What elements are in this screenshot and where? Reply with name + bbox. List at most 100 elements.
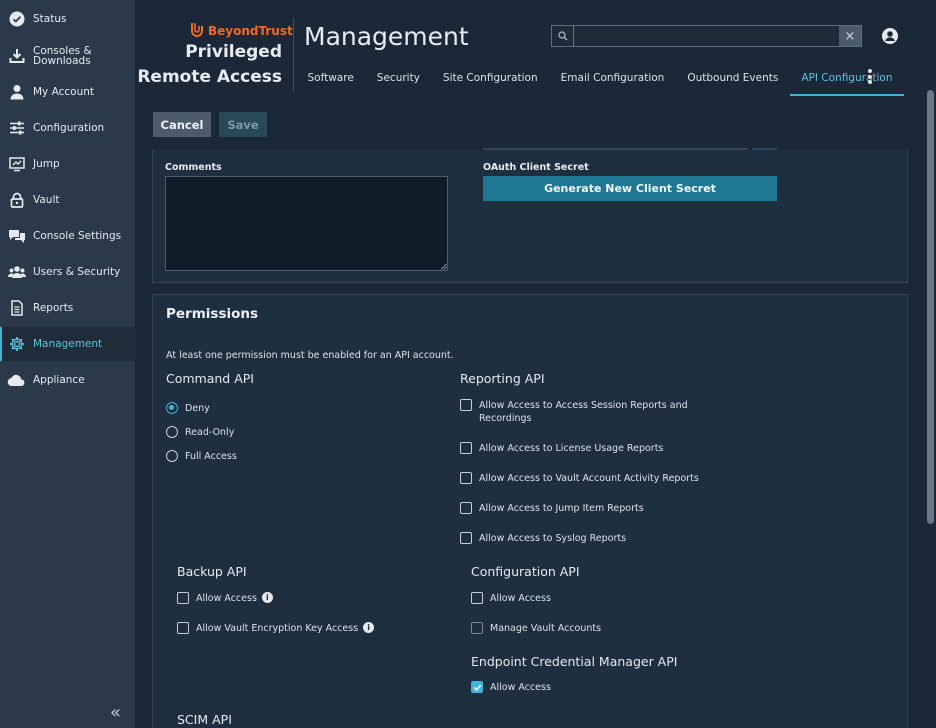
- checkbox-license-usage-reports[interactable]: Allow Access to License Usage Reports: [460, 442, 663, 455]
- checkbox[interactable]: [460, 532, 472, 544]
- page-scrollbar[interactable]: [927, 90, 934, 524]
- sidebar-item-configuration[interactable]: Configuration: [0, 111, 136, 145]
- checkbox-configuration-allow-access[interactable]: Allow Access: [471, 592, 551, 605]
- radio-label: Full Access: [185, 450, 237, 462]
- checkbox-label: Allow Vault Encryption Key Access: [196, 623, 359, 634]
- cancel-button[interactable]: Cancel: [153, 112, 211, 137]
- checkbox[interactable]: [460, 442, 472, 454]
- checkbox-label: Allow Access to Syslog Reports: [479, 533, 627, 544]
- sidebar-item-users-security[interactable]: Users & Security: [0, 255, 136, 289]
- checkbox-vault-activity-reports[interactable]: Allow Access to Vault Account Activity R…: [460, 472, 699, 485]
- resize-handle-icon[interactable]: [440, 263, 447, 270]
- search-box: ×: [551, 25, 862, 47]
- sidebar-item-my-account[interactable]: My Account: [0, 75, 136, 109]
- generate-client-secret-button[interactable]: Generate New Client Secret: [483, 176, 777, 201]
- checkbox-label: Allow Access: [490, 682, 551, 693]
- tab-outbound-events[interactable]: Outbound Events: [676, 64, 790, 96]
- radio-label: Read-Only: [185, 426, 235, 438]
- checkbox[interactable]: [177, 622, 189, 634]
- management-tabs: Software Security Site Configuration Ema…: [296, 64, 904, 96]
- sidebar-item-console-settings[interactable]: Console Settings: [0, 219, 136, 253]
- checkbox[interactable]: [460, 502, 472, 514]
- permissions-title: Permissions: [166, 306, 259, 322]
- checkbox-access-session-reports[interactable]: Allow Access to Access Session Reports a…: [460, 399, 688, 425]
- radio-command-deny[interactable]: Deny: [166, 402, 210, 414]
- checkbox-backup-allow-access[interactable]: Allow Access i: [177, 592, 273, 605]
- radio-command-read-only[interactable]: Read-Only: [166, 426, 234, 438]
- tab-software[interactable]: Software: [296, 64, 365, 96]
- checkbox[interactable]: [471, 622, 483, 634]
- person-icon: [7, 82, 27, 102]
- brand-logo: BeyondTrust: [190, 22, 293, 40]
- cloud-icon: [7, 370, 27, 390]
- radio-button[interactable]: [166, 426, 178, 438]
- download-icon: [7, 46, 27, 66]
- checkbox-manage-vault-accounts[interactable]: Manage Vault Accounts: [471, 622, 601, 635]
- check-circle-icon: [7, 9, 27, 29]
- chat-bubbles-icon: [7, 226, 27, 246]
- tab-email-configuration[interactable]: Email Configuration: [549, 64, 676, 96]
- sidebar: Status Consoles & Downloads My Account C…: [0, 0, 136, 728]
- tab-api-configuration[interactable]: API Configuration: [789, 64, 904, 96]
- radio-command-full-access[interactable]: Full Access: [166, 450, 237, 462]
- radio-label: Deny: [185, 402, 210, 414]
- comments-label: Comments: [165, 162, 222, 173]
- search-icon[interactable]: [552, 26, 574, 46]
- command-api-title: Command API: [166, 371, 254, 386]
- sidebar-item-management[interactable]: Management: [0, 327, 136, 361]
- search-input[interactable]: [574, 26, 839, 46]
- header: BeyondTrust Privileged Remote Access Man…: [136, 0, 936, 104]
- sidebar-item-label: Management: [33, 338, 103, 350]
- collapse-sidebar-icon[interactable]: «: [110, 702, 121, 723]
- radio-button-selected[interactable]: [166, 402, 178, 414]
- checkbox[interactable]: [177, 592, 189, 604]
- info-icon[interactable]: i: [363, 622, 375, 633]
- comments-textarea[interactable]: [165, 176, 448, 271]
- checkbox-label: Allow Access to License Usage Reports: [479, 443, 664, 454]
- sidebar-item-consoles-downloads[interactable]: Consoles & Downloads: [0, 39, 136, 73]
- brand-name: BeyondTrust: [208, 24, 293, 38]
- clear-search-button[interactable]: ×: [839, 26, 861, 46]
- sidebar-item-label: Users & Security: [33, 266, 121, 278]
- checkbox-label: Allow Access to Access Session Reports a…: [479, 400, 688, 424]
- checkbox-checked[interactable]: [471, 681, 483, 693]
- user-account-icon[interactable]: [881, 27, 899, 45]
- sidebar-item-label: Consoles & Downloads: [33, 45, 92, 67]
- sidebar-item-status[interactable]: Status: [0, 2, 136, 36]
- configuration-api-title: Configuration API: [471, 564, 580, 579]
- page-title: Management: [304, 22, 469, 51]
- tab-security[interactable]: Security: [365, 64, 431, 96]
- radio-button[interactable]: [166, 450, 178, 462]
- scim-api-title: SCIM API: [177, 712, 232, 727]
- sidebar-item-reports[interactable]: Reports: [0, 291, 136, 325]
- ecm-api-title: Endpoint Credential Manager API: [471, 654, 678, 669]
- more-options-icon[interactable]: [865, 68, 875, 88]
- sidebar-item-jump[interactable]: Jump: [0, 147, 136, 181]
- sidebar-item-label: Configuration: [33, 122, 105, 134]
- report-icon: [7, 298, 27, 318]
- checkbox[interactable]: [460, 399, 472, 411]
- checkbox-vault-encryption-key[interactable]: Allow Vault Encryption Key Access i: [177, 622, 375, 635]
- beyondtrust-logo-icon: [191, 23, 203, 37]
- sidebar-item-label: Vault: [33, 194, 60, 206]
- sidebar-item-vault[interactable]: Vault: [0, 183, 136, 217]
- checkbox-label: Allow Access to Vault Account Activity R…: [479, 473, 699, 484]
- backup-api-title: Backup API: [177, 564, 247, 579]
- sidebar-item-appliance[interactable]: Appliance: [0, 363, 136, 397]
- users-icon: [7, 262, 27, 282]
- jump-icon: [7, 154, 27, 174]
- checkbox[interactable]: [471, 592, 483, 604]
- oauth-client-secret-label: OAuth Client Secret: [483, 162, 589, 173]
- checkbox-label: Allow Access: [196, 593, 257, 604]
- sidebar-item-label: Appliance: [33, 374, 85, 386]
- checkbox-syslog-reports[interactable]: Allow Access to Syslog Reports: [460, 532, 626, 545]
- sidebar-item-label: Console Settings: [33, 230, 122, 242]
- checkbox-label: Allow Access to Jump Item Reports: [479, 503, 644, 514]
- checkbox[interactable]: [460, 472, 472, 484]
- tab-site-configuration[interactable]: Site Configuration: [431, 64, 549, 96]
- save-button[interactable]: Save: [219, 112, 267, 137]
- checkbox-jump-item-reports[interactable]: Allow Access to Jump Item Reports: [460, 502, 644, 515]
- info-icon[interactable]: i: [261, 592, 273, 603]
- checkbox-ecm-allow-access[interactable]: Allow Access: [471, 681, 551, 694]
- product-name-line1: Privileged: [185, 42, 282, 62]
